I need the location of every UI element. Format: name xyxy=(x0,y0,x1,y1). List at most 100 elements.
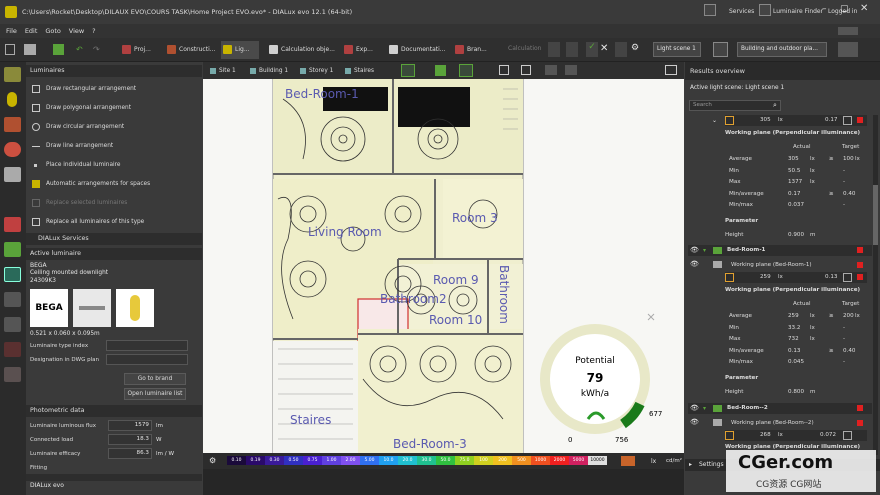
redo-icon[interactable]: ↷ xyxy=(93,45,100,54)
visibility-icon-1[interactable]: 👁 xyxy=(690,246,699,254)
luminaire-finder-icon[interactable] xyxy=(759,4,771,16)
save-icon[interactable] xyxy=(53,44,64,55)
goto-brand-button[interactable]: Go to brand xyxy=(124,373,186,385)
replace-all-item[interactable]: Replace all luminaires of this type xyxy=(30,214,200,230)
room-label-bedroom3[interactable]: Bed-Room-3 xyxy=(393,437,467,451)
breadcrumb-storey[interactable]: Storey 1 xyxy=(299,65,333,77)
close-icon[interactable]: ✕ xyxy=(860,3,868,14)
delete-icon[interactable]: ✕ xyxy=(600,43,608,54)
room-label-staires[interactable]: Staires xyxy=(290,413,331,427)
dialux-services-header[interactable]: DIALux Services xyxy=(26,233,202,245)
render-icon[interactable] xyxy=(565,65,577,75)
visibility-icon-2[interactable]: 👁 xyxy=(690,404,699,412)
room-label-bathroom[interactable]: Bathroom xyxy=(497,265,511,324)
open-luminaire-list-button[interactable]: Open luminaire list xyxy=(124,388,186,400)
breadcrumb-site[interactable]: Site 1 xyxy=(209,65,236,77)
floor-plan-canvas[interactable]: Bed-Room-1 Living Room Room 3 Room 9 Bat… xyxy=(203,79,684,453)
room-label-living[interactable]: Living Room xyxy=(308,225,382,239)
wrench-icon[interactable] xyxy=(4,217,21,232)
draw-polygonal-item[interactable]: Draw polygonal arrangement xyxy=(30,100,200,116)
type-index-field[interactable] xyxy=(106,340,188,351)
menu-help[interactable]: ? xyxy=(92,24,95,38)
light-scene-select[interactable]: Light scene 1 xyxy=(653,42,701,57)
draw-circular-item[interactable]: Draw circular arrangement xyxy=(30,119,200,135)
collapse-icon-1[interactable]: ▾ xyxy=(703,247,706,254)
room-label-room9[interactable]: Room 9 xyxy=(433,273,479,287)
exit-sign-icon[interactable] xyxy=(4,167,21,182)
scale-unit-lx[interactable]: lx xyxy=(651,458,656,465)
plan-view-icon[interactable] xyxy=(4,267,21,282)
room-label-room10[interactable]: Room 10 xyxy=(429,313,482,327)
rectangle-icon[interactable] xyxy=(4,342,21,357)
more-dropdown-icon[interactable] xyxy=(615,42,627,57)
designation-field[interactable] xyxy=(106,354,188,365)
menu-edit[interactable]: Edit xyxy=(25,24,38,38)
results-search-input[interactable]: Search xyxy=(689,100,781,111)
surface-icon[interactable] xyxy=(4,317,21,332)
point-icon[interactable] xyxy=(4,367,21,382)
tab-construction[interactable]: Constructi... xyxy=(165,41,215,59)
chart-icon-3[interactable] xyxy=(843,431,852,440)
menu-file[interactable]: File xyxy=(6,24,17,38)
scale-settings-icon[interactable]: ⚙ xyxy=(209,456,216,465)
chart-icon-2[interactable] xyxy=(843,273,852,282)
visibility-icon-wp2[interactable]: 👁 xyxy=(690,418,699,426)
menu-view[interactable]: View xyxy=(69,24,84,38)
flux-value[interactable]: 1579 xyxy=(108,420,152,431)
expand-icon-1[interactable]: ⌄ xyxy=(712,117,717,124)
scene-icon[interactable] xyxy=(713,42,728,57)
tab-project[interactable]: Proj... xyxy=(120,41,151,59)
scale-unit-cd[interactable]: cd/m² xyxy=(666,458,682,464)
tab-light[interactable]: Lig... xyxy=(221,41,259,59)
chart-icon-1[interactable] xyxy=(843,116,852,125)
camera-icon[interactable] xyxy=(545,65,557,75)
settings-gear-icon[interactable]: ⚙ xyxy=(631,43,639,53)
calculation-button[interactable]: Calculation xyxy=(508,45,541,52)
room-label-bathroom2[interactable]: Bathroom2 xyxy=(380,292,447,306)
tab-brand[interactable]: Bran... xyxy=(453,41,487,59)
open-file-icon[interactable] xyxy=(24,44,36,55)
results-scrollbar[interactable] xyxy=(873,115,878,455)
check-icon[interactable]: ✓ xyxy=(586,42,598,57)
scrollbar-thumb[interactable] xyxy=(873,185,878,245)
maximize-icon[interactable]: ▢ xyxy=(840,4,849,14)
visibility-icon-wp1[interactable]: 👁 xyxy=(690,260,699,268)
new-file-icon[interactable] xyxy=(5,44,15,55)
monitor-icon[interactable] xyxy=(665,65,677,75)
luminaire-finder-button[interactable]: Luminaire Finder xyxy=(773,8,823,15)
efficacy-value[interactable]: 86.3 xyxy=(108,448,152,459)
plant-icon[interactable] xyxy=(4,242,21,257)
view-green-icon[interactable] xyxy=(435,65,446,76)
menu-goto[interactable]: Goto xyxy=(45,24,61,38)
bulb-icon[interactable] xyxy=(7,92,17,107)
building-select[interactable]: Building and outdoor pla... xyxy=(737,42,827,57)
draw-line-item[interactable]: Draw line arrangement xyxy=(30,138,200,154)
tab-calculation-objects[interactable]: Calculation obje... xyxy=(267,41,335,59)
tab-documentation[interactable]: Documentati... xyxy=(387,41,446,59)
breadcrumb-staires[interactable]: Staires xyxy=(344,65,374,77)
zoom-fit-icon[interactable] xyxy=(499,65,509,75)
zoom-extent-icon[interactable] xyxy=(521,65,531,75)
breadcrumb-building[interactable]: Building 1 xyxy=(249,65,288,77)
room-label-room3[interactable]: Room 3 xyxy=(452,211,498,225)
view-toggle-icon[interactable] xyxy=(838,27,858,35)
replace-selected-item[interactable]: Replace selected luminaires xyxy=(30,195,200,211)
wire-icon[interactable] xyxy=(4,117,21,132)
undo-icon[interactable]: ↶ xyxy=(76,45,83,54)
services-icon[interactable] xyxy=(704,4,716,16)
room-label-bedroom1[interactable]: Bed-Room-1 xyxy=(285,87,359,101)
automatic-arrangements-item[interactable]: Automatic arrangements for spaces xyxy=(30,176,200,192)
view-2d-icon[interactable] xyxy=(401,64,415,77)
minimize-icon[interactable]: – xyxy=(822,4,827,14)
calc-dropdown-icon[interactable] xyxy=(566,42,578,57)
calc-grid-icon[interactable] xyxy=(4,292,21,307)
scale-color-icon[interactable] xyxy=(621,456,635,466)
luminaire-icon[interactable] xyxy=(4,67,21,82)
view-3d-icon[interactable] xyxy=(459,64,473,77)
tab-export[interactable]: Exp... xyxy=(342,41,373,59)
collapse-icon-2[interactable]: ▾ xyxy=(703,405,706,412)
draw-rectangular-item[interactable]: Draw rectangular arrangement xyxy=(30,81,200,97)
color-icon[interactable] xyxy=(4,142,21,157)
load-value[interactable]: 18.3 xyxy=(108,434,152,445)
place-individual-item[interactable]: Place individual luminaire xyxy=(30,157,200,173)
